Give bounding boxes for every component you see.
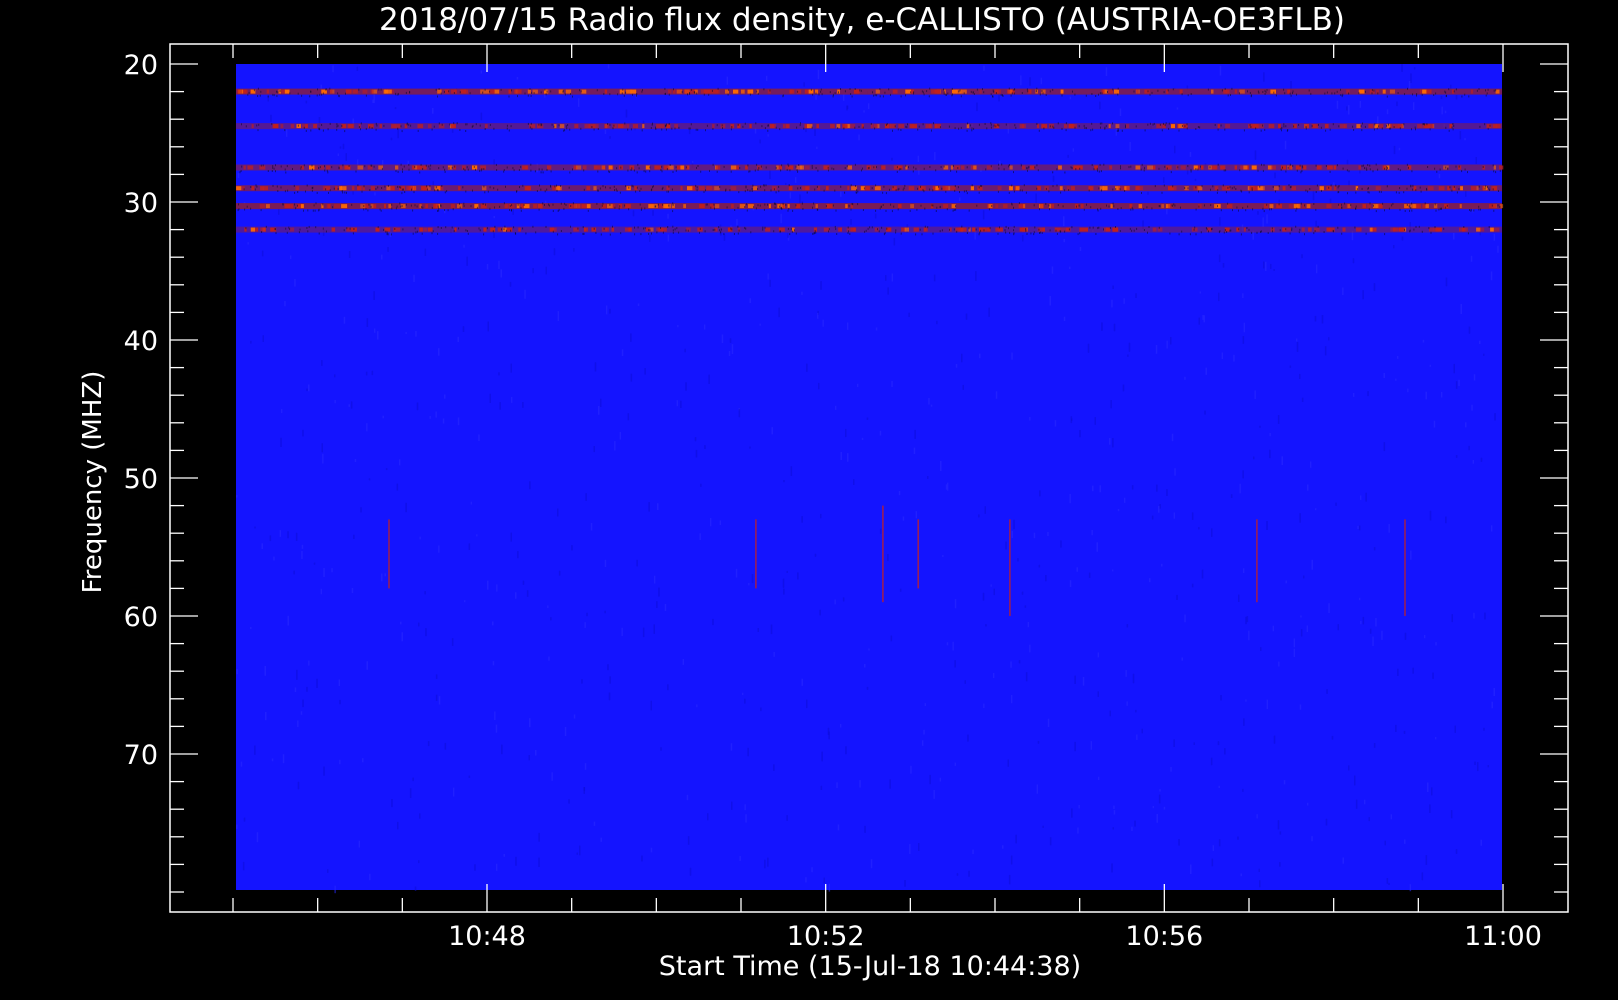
spectrogram-image: [236, 64, 1504, 894]
spectrogram-chart: 2018/07/15 Radio flux density, e-CALLIST…: [0, 0, 1618, 1000]
y-tick-label: 40: [124, 326, 158, 357]
burst-spike: [1009, 519, 1011, 616]
y-tick-label: 50: [124, 464, 158, 495]
y-tick-label: 60: [124, 602, 158, 633]
burst-spike: [917, 519, 919, 589]
chart-title: 2018/07/15 Radio flux density, e-CALLIST…: [379, 2, 1345, 38]
y-axis-label: Frequency (MHZ): [78, 371, 108, 594]
burst-spike: [882, 505, 884, 603]
burst-spike: [755, 519, 757, 589]
burst-spike: [1404, 519, 1406, 616]
x-tick-label: 10:52: [787, 921, 865, 952]
burst-spike: [1256, 519, 1258, 603]
x-tick-label: 10:48: [448, 921, 526, 952]
x-axis-label: Start Time (15-Jul-18 10:44:38): [659, 951, 1081, 982]
x-tick-label: 11:00: [1464, 921, 1542, 952]
y-tick-label: 30: [124, 188, 158, 219]
x-tick-label: 10:56: [1125, 921, 1203, 952]
y-tick-label: 20: [124, 50, 158, 81]
y-tick-label: 70: [124, 740, 158, 771]
burst-spike: [388, 519, 390, 589]
